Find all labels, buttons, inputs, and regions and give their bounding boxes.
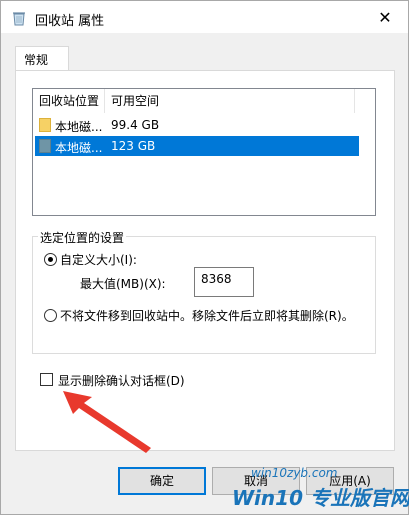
custom-size-label: 自定义大小(I): xyxy=(60,253,137,267)
max-value-label: 最大值(MB)(X): xyxy=(80,277,166,291)
max-size-input[interactable]: 8368 xyxy=(194,267,254,297)
list-header: 回收站位置 可用空间 xyxy=(33,89,375,113)
no-recycle-radio[interactable] xyxy=(44,309,57,322)
close-icon: ✕ xyxy=(378,7,392,27)
watermark-brand: Win10 专业版官网 xyxy=(232,486,409,510)
location-name: 本地磁... xyxy=(55,120,103,134)
drive-folder-icon xyxy=(39,118,51,132)
free-space-value: 123 GB xyxy=(111,139,156,153)
location-name: 本地磁... xyxy=(55,141,103,155)
confirm-delete-label: 显示删除确认对话框(D) xyxy=(58,374,185,388)
watermark-site: win10zyb.com xyxy=(251,466,338,480)
close-button[interactable]: ✕ xyxy=(362,1,408,33)
list-item[interactable]: 本地磁... 99.4 GB xyxy=(35,115,359,135)
tab-general[interactable]: 常规 xyxy=(15,46,69,71)
no-recycle-label: 不将文件移到回收站中。移除文件后立即将其删除(R)。 xyxy=(60,309,354,323)
recycle-bin-location-list[interactable]: 回收站位置 可用空间 本地磁... 99.4 GB 本地磁... 123 GB xyxy=(32,88,376,216)
window-title: 回收站 属性 xyxy=(35,14,105,29)
title-bar: 回收站 属性 ✕ xyxy=(1,1,408,33)
recycle-bin-icon xyxy=(13,12,25,26)
custom-size-radio[interactable] xyxy=(44,253,57,266)
free-space-value: 99.4 GB xyxy=(111,118,160,132)
confirm-delete-checkbox[interactable] xyxy=(40,373,53,386)
tab-label: 常规 xyxy=(24,53,49,67)
ok-button[interactable]: 确定 xyxy=(118,467,206,495)
list-item[interactable]: 本地磁... 123 GB xyxy=(35,136,359,156)
settings-group-label: 选定位置的设置 xyxy=(38,229,127,246)
column-header-location[interactable]: 回收站位置 xyxy=(33,89,105,113)
drive-folder-icon xyxy=(39,139,51,153)
column-header-free-space[interactable]: 可用空间 xyxy=(105,89,355,113)
